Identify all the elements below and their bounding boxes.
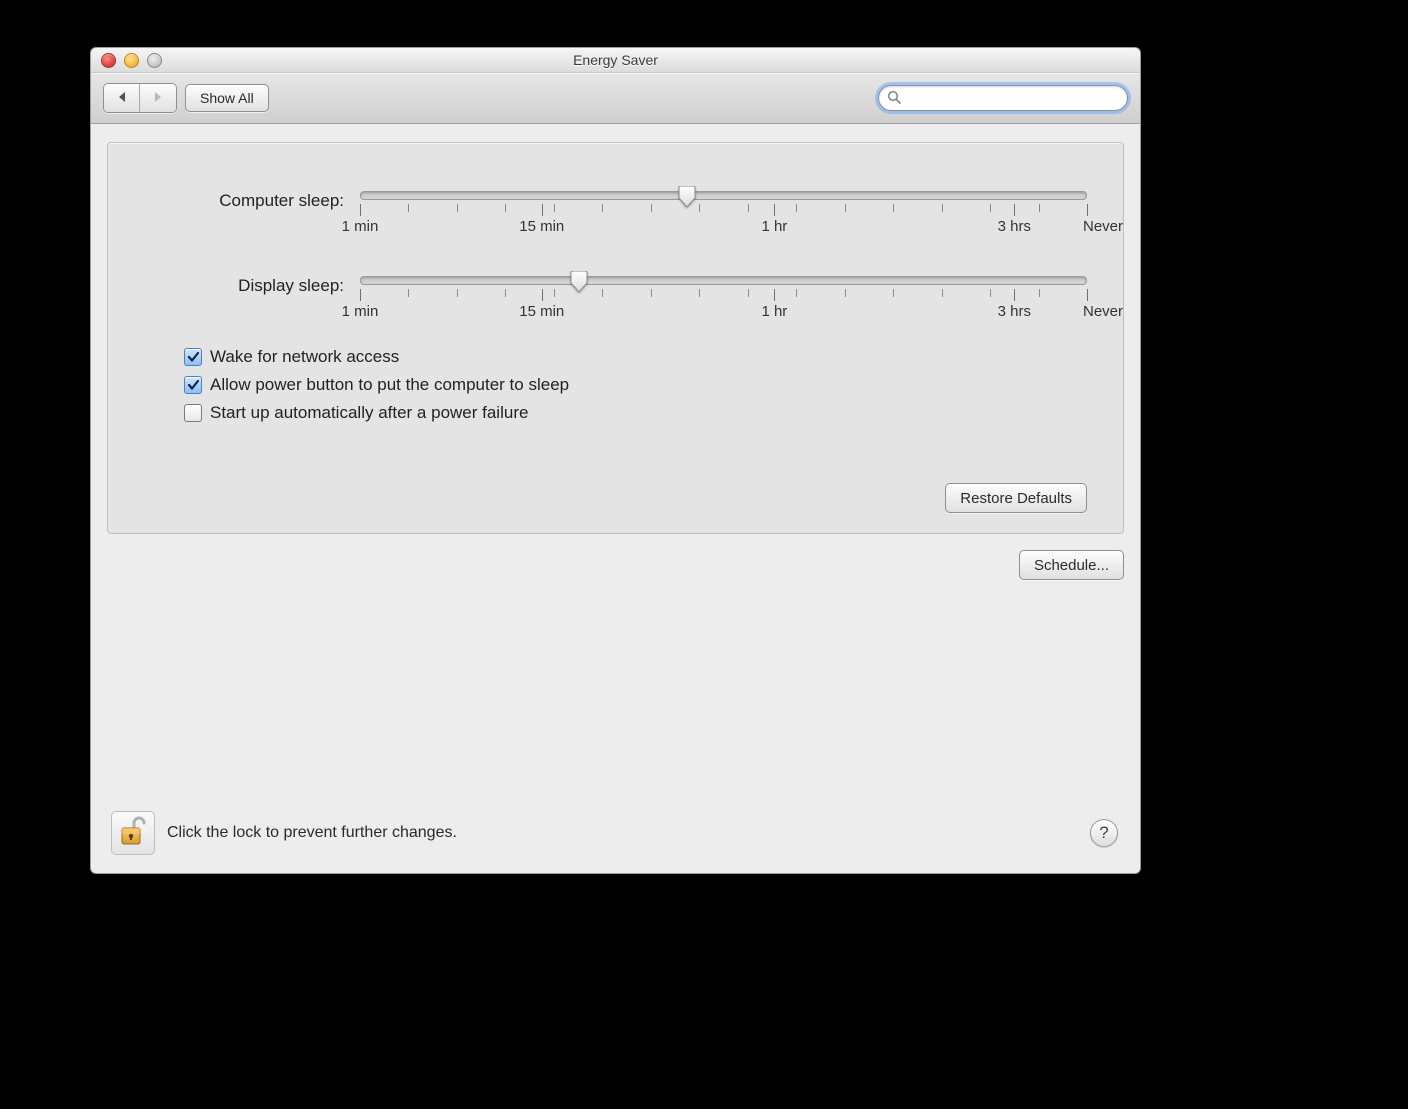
checkmark-icon (187, 379, 199, 391)
search-input[interactable] (878, 85, 1128, 111)
checkmark-icon (187, 351, 199, 363)
power-button-sleep-row: Allow power button to put the computer t… (184, 375, 1087, 395)
display-sleep-label: Display sleep: (144, 276, 360, 296)
nav-segmented-control (103, 83, 177, 113)
slider-tick-label: 1 min (342, 218, 379, 235)
slider-track (360, 276, 1087, 285)
back-button[interactable] (104, 84, 140, 112)
power-button-sleep-label: Allow power button to put the computer t… (210, 375, 569, 395)
zoom-window-button[interactable] (147, 53, 162, 68)
auto-startup-checkbox[interactable] (184, 404, 202, 422)
display-sleep-slider[interactable]: 1 min15 min1 hr3 hrsNever (360, 276, 1087, 321)
options-checkboxes: Wake for network access Allow power butt… (184, 347, 1087, 423)
preferences-window: Energy Saver Show All (90, 47, 1141, 874)
slider-tick-label: 1 hr (761, 218, 787, 235)
unlocked-lock-icon (119, 816, 147, 851)
slider-tick-label: 1 min (342, 303, 379, 320)
power-button-sleep-checkbox[interactable] (184, 376, 202, 394)
show-all-button[interactable]: Show All (185, 84, 269, 112)
computer-sleep-slider[interactable]: 1 min15 min1 hr3 hrsNever (360, 191, 1087, 236)
help-button[interactable]: ? (1090, 819, 1118, 847)
toolbar: Show All (91, 73, 1140, 124)
slider-tick-label: 15 min (519, 303, 564, 320)
help-icon: ? (1099, 823, 1108, 843)
slider-tick-label: 1 hr (761, 303, 787, 320)
settings-panel: Computer sleep: 1 min 15 min 1 hr 3 hrs Neve… (107, 142, 1124, 534)
titlebar: Energy Saver (91, 48, 1140, 73)
slider-tick-label: 3 hrs (998, 303, 1031, 320)
slider-tick-label: 3 hrs (998, 218, 1031, 235)
triangle-left-icon (116, 91, 128, 103)
search-icon (887, 90, 902, 108)
minimize-window-button[interactable] (124, 53, 139, 68)
window-title: Energy Saver (573, 52, 658, 68)
search-field-wrapper (878, 85, 1128, 111)
wake-network-checkbox[interactable] (184, 348, 202, 366)
display-sleep-row: Display sleep: 1 min15 min1 hr3 hrsNever (144, 276, 1087, 321)
computer-sleep-label: Computer sleep: (144, 191, 360, 211)
computer-sleep-row: Computer sleep: 1 min15 min1 hr3 hrsNeve… (144, 191, 1087, 236)
close-window-button[interactable] (101, 53, 116, 68)
auto-startup-row: Start up automatically after a power fai… (184, 403, 1087, 423)
wake-network-label: Wake for network access (210, 347, 399, 367)
lock-hint-text: Click the lock to prevent further change… (167, 824, 457, 842)
forward-button[interactable] (140, 84, 176, 112)
slider-tick-label: 15 min (519, 218, 564, 235)
slider-tick-label: Never (1083, 218, 1123, 235)
triangle-right-icon (152, 91, 164, 103)
schedule-button[interactable]: Schedule... (1019, 550, 1124, 580)
slider-tick-label: Never (1083, 303, 1123, 320)
footer: Click the lock to prevent further change… (107, 811, 1124, 861)
lock-button[interactable] (111, 811, 155, 855)
auto-startup-label: Start up automatically after a power fai… (210, 403, 528, 423)
restore-defaults-button[interactable]: Restore Defaults (945, 483, 1087, 513)
wake-network-row: Wake for network access (184, 347, 1087, 367)
slider-track (360, 191, 1087, 200)
